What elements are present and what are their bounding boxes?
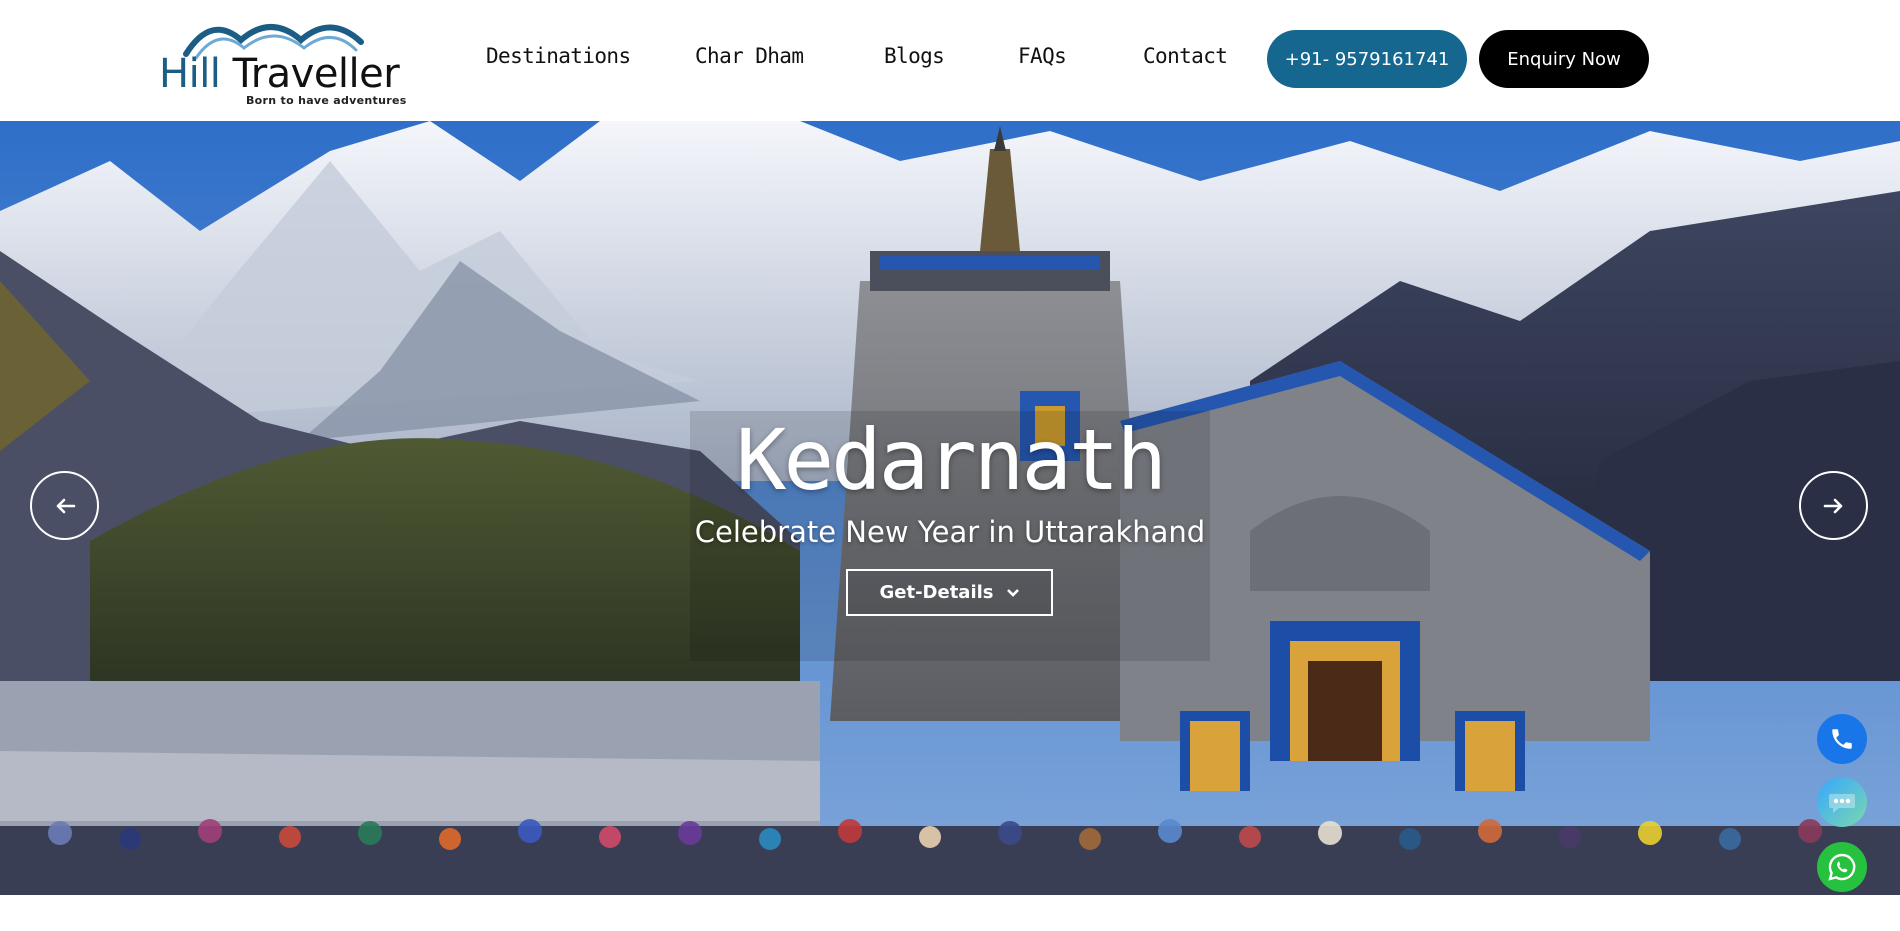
logo-text: Hill Traveller: [159, 51, 400, 97]
enquiry-now-button[interactable]: Enquiry Now: [1479, 30, 1649, 88]
hero-subtitle: Celebrate New Year in Uttarakhand: [694, 515, 1206, 549]
phone-button[interactable]: +91- 9579161741: [1267, 30, 1467, 88]
hero-title: Kedarnath: [735, 411, 1167, 509]
nav-destinations[interactable]: Destinations: [486, 44, 631, 68]
chat-icon: [1829, 794, 1855, 813]
floating-call-button[interactable]: [1817, 714, 1867, 764]
whatsapp-icon: [1828, 853, 1856, 881]
get-details-button[interactable]: Get-Details: [846, 569, 1053, 616]
arrow-left-icon: [56, 498, 75, 513]
floating-chat-button[interactable]: [1817, 777, 1867, 827]
logo-tagline: Born to have adventures: [246, 94, 407, 107]
nav-char-dham[interactable]: Char Dham: [695, 44, 804, 68]
page-bottom-strip: [0, 895, 1900, 931]
phone-icon: [1832, 729, 1852, 749]
get-details-label: Get-Details: [879, 582, 994, 603]
logo[interactable]: Hill Traveller Born to have adventures: [156, 12, 407, 107]
nav-blogs[interactable]: Blogs: [884, 44, 945, 68]
site-header: Hill Traveller Born to have adventures D…: [0, 0, 1900, 121]
logo-hill-text: Hill: [159, 51, 221, 97]
nav-contact[interactable]: Contact: [1143, 44, 1228, 68]
nav-faqs[interactable]: FAQs: [1018, 44, 1067, 68]
slider-prev-button[interactable]: [30, 471, 99, 540]
arrow-right-icon: [1823, 498, 1842, 513]
floating-whatsapp-button[interactable]: [1817, 842, 1867, 892]
logo-traveller-text: Traveller: [232, 51, 400, 97]
hero-slider: Kedarnath Celebrate New Year in Uttarakh…: [0, 121, 1900, 895]
slider-next-button[interactable]: [1799, 471, 1868, 540]
chevron-down-icon: [1006, 588, 1019, 597]
